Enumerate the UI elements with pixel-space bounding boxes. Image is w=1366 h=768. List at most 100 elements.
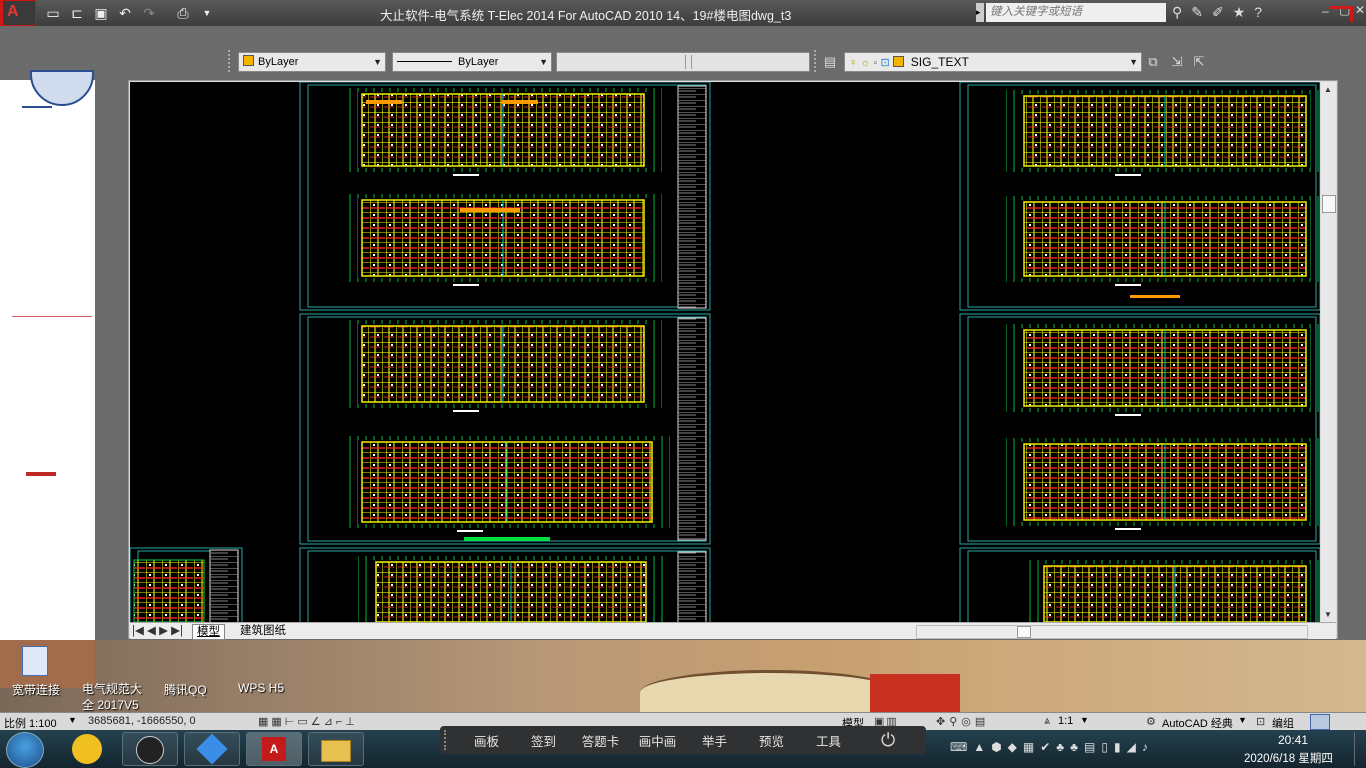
legend-bar: [464, 537, 550, 541]
color-dropdown[interactable]: ByLayer ▼: [238, 52, 386, 72]
classroom-tool[interactable]: 举手: [686, 731, 743, 750]
desktop-background-strip: [0, 70, 95, 675]
chevron-down-icon[interactable]: ▼: [1080, 715, 1089, 725]
tab-nav-arrows[interactable]: |◀ ◀ ▶ ▶|: [132, 624, 183, 638]
plan-label: [1115, 174, 1141, 176]
pin-icon[interactable]: ✐: [1212, 4, 1224, 21]
save-icon[interactable]: ▣: [92, 4, 110, 22]
clock-time[interactable]: 20:41: [1278, 733, 1308, 747]
annotation-scale[interactable]: 1:1: [1058, 715, 1073, 727]
tab-model[interactable]: 模型: [192, 624, 225, 640]
clock-date[interactable]: 2020/6/18 星期四: [1244, 750, 1333, 766]
search-expand-icon[interactable]: ▸: [976, 3, 984, 22]
workspace-dropdown[interactable]: AutoCAD 经典: [1162, 715, 1233, 731]
clean-screen-icon[interactable]: [1310, 714, 1330, 730]
classroom-tool[interactable]: 预览: [743, 731, 800, 750]
search-input[interactable]: 键入关键字或短语: [986, 3, 1166, 22]
taskbar-app-explorer[interactable]: [308, 732, 364, 766]
desktop-icon-label[interactable]: 腾讯QQ: [164, 681, 207, 698]
flag-image: [870, 674, 960, 712]
toolbar-grip[interactable]: [814, 50, 820, 72]
help-icon[interactable]: ?: [1254, 4, 1262, 21]
print-icon[interactable]: ⎙: [174, 4, 192, 22]
toolbar-grip[interactable]: [228, 50, 234, 72]
cad-drawing: [130, 82, 1320, 622]
tools-icon[interactable]: ✎: [1191, 4, 1203, 21]
open-file-icon[interactable]: ⊏: [68, 4, 86, 22]
minimize-icon[interactable]: –: [1322, 4, 1329, 18]
layer-states-icon[interactable]: ⧉: [1144, 53, 1162, 71]
plan-label: [1115, 528, 1141, 530]
layer-previous-icon[interactable]: ⇱: [1190, 53, 1208, 71]
lightbulb-icon: ♀: [849, 57, 858, 69]
navigation-icons[interactable]: ✥⚲◎▤: [936, 715, 989, 728]
capture-frame-marker: [1350, 6, 1353, 22]
chevron-down-icon: ▼: [373, 57, 382, 67]
classroom-toolbar: 画板 签到 答题卡 画中画 举手 预览 工具 ⏻: [440, 726, 926, 754]
classroom-tool[interactable]: 签到: [515, 731, 572, 750]
desktop-icon-label[interactable]: 宽带连接: [12, 681, 60, 698]
taskbar-app-player[interactable]: [184, 732, 240, 766]
window-title: 大止软件-电气系统 T-Elec 2014 For AutoCAD 2010 1…: [380, 9, 792, 23]
plan-label: [1115, 414, 1141, 416]
scale-dropdown[interactable]: 比例 1:100: [4, 715, 57, 731]
new-file-icon[interactable]: ▭: [44, 4, 62, 22]
drafting-toggles[interactable]: ▦▦⊢▭∠⊿⌐⊥: [258, 715, 358, 728]
capture-frame-marker: [0, 0, 3, 26]
viewport-freeze-icon: ▫: [873, 57, 878, 69]
undo-icon[interactable]: ↶: [116, 4, 134, 22]
annotation-text: [502, 100, 538, 104]
system-tray[interactable]: ⌨▲⬢◆▦✔♣♣▤▯▮◢♪: [950, 740, 1154, 754]
annotation-scale-icon[interactable]: ⩓: [1044, 715, 1050, 728]
classroom-tool[interactable]: 画板: [458, 731, 515, 750]
plan-label: [453, 284, 479, 286]
desktop-icon-label[interactable]: WPS H5: [238, 681, 284, 695]
group-toggle[interactable]: 编组: [1272, 715, 1294, 731]
linetype-dropdown[interactable]: ByLayer ▼: [392, 52, 552, 72]
classroom-tool[interactable]: 答题卡: [572, 731, 629, 750]
sun-icon: ☼: [860, 57, 871, 69]
make-current-icon[interactable]: ⇲: [1168, 53, 1186, 71]
start-button[interactable]: [6, 732, 44, 768]
lock-icon[interactable]: ⊡: [1256, 715, 1265, 728]
scroll-thumb[interactable]: [1322, 195, 1336, 213]
redo-icon[interactable]: ↷: [140, 4, 158, 22]
plan-label: [453, 174, 479, 176]
properties-toolbar: ByLayer ▼ ByLayer ▼ ▤ ♀ ☼ ▫ ⊡ SIG_TEXT ▼ ⧉…: [0, 26, 1366, 80]
star-icon[interactable]: ★: [1233, 4, 1246, 21]
desktop-icon-label[interactable]: 电气规范大全 2017V5: [82, 681, 152, 713]
info-toolbar: ⚲ ✎ ✐ ★ ?: [1172, 4, 1262, 21]
lock-icon: ⊡: [880, 57, 890, 69]
workspace-gear-icon[interactable]: ⚙: [1146, 715, 1156, 728]
cad-canvas[interactable]: [130, 82, 1320, 622]
tab-layout[interactable]: 建筑图纸: [236, 624, 290, 638]
layer-manager-icon[interactable]: ▤: [821, 53, 839, 71]
title-block: [677, 317, 707, 541]
title-block: [677, 551, 707, 622]
emblem-logo: [30, 70, 94, 106]
chevron-down-icon[interactable]: ▼: [1238, 715, 1247, 725]
lineweight-dropdown[interactable]: [556, 52, 810, 72]
classroom-tool[interactable]: 画中画: [629, 731, 686, 750]
chevron-down-icon[interactable]: ▼: [198, 4, 216, 22]
classroom-tool[interactable]: 工具: [800, 731, 857, 750]
layer-color-swatch: [892, 56, 904, 67]
plan-label: [457, 530, 483, 532]
horizontal-scrollbar[interactable]: [916, 625, 1308, 639]
app-menu-button[interactable]: A: [0, 0, 36, 26]
taskbar-app-autocad[interactable]: A: [246, 732, 302, 766]
vertical-scrollbar[interactable]: ▲ ▼: [1321, 82, 1336, 622]
taskbar-app-avatar[interactable]: [122, 732, 178, 766]
desktop-wallpaper: [0, 640, 1366, 715]
title-block: [677, 85, 707, 309]
close-icon[interactable]: ✕: [1355, 3, 1365, 17]
floor-plan: [133, 559, 205, 622]
binoculars-icon[interactable]: ⚲: [1172, 4, 1182, 21]
layer-dropdown[interactable]: ♀ ☼ ▫ ⊡ SIG_TEXT ▼: [844, 52, 1142, 72]
quick-access-toolbar: ▭ ⊏ ▣ ↶ ↷ ⎙ ▼: [44, 3, 216, 23]
qq-pet-icon[interactable]: [72, 734, 102, 764]
power-icon[interactable]: ⏻: [881, 730, 895, 751]
show-desktop-button[interactable]: [1354, 732, 1365, 766]
broadband-connection-icon[interactable]: [22, 646, 48, 676]
chevron-down-icon[interactable]: ▼: [68, 715, 77, 725]
